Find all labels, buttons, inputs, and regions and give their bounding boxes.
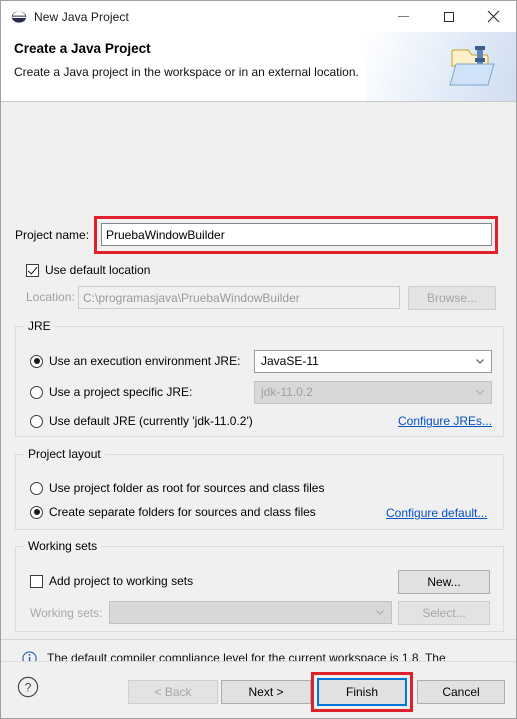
working-sets-label: Working sets: [30,606,103,620]
project-layout-group-title: Project layout [24,447,105,461]
page-title: Create a Java Project [14,41,151,56]
maximize-button[interactable] [426,1,471,32]
use-default-location-label: Use default location [45,263,151,277]
jre-default-radio[interactable] [30,414,43,428]
chevron-down-icon [476,359,484,364]
working-sets-group-title: Working sets [24,539,102,553]
add-to-working-sets-row[interactable]: Add project to working sets [30,574,193,588]
minimize-icon [398,16,409,17]
jre-option-project-specific[interactable]: Use a project specific JRE: [30,385,192,399]
help-question-icon[interactable]: ? [17,676,39,698]
next-button[interactable]: Next > [221,680,311,704]
project-name-input[interactable] [101,223,492,246]
jre-execution-environment-label: Use an execution environment JRE: [49,354,241,368]
jre-option-execution-environment[interactable]: Use an execution environment JRE: [30,354,240,368]
chevron-down-icon [476,390,484,395]
cancel-button[interactable]: Cancel [417,680,505,704]
jre-option-default[interactable]: Use default JRE (currently 'jdk-11.0.2') [30,414,253,428]
finish-button-label: Finish [345,685,378,699]
maximize-icon [443,11,454,22]
cancel-button-label: Cancel [442,685,480,699]
execution-environment-combo[interactable]: JavaSE-11 [254,350,492,373]
minimize-button[interactable] [381,1,426,32]
use-default-location-checkbox[interactable] [26,263,39,277]
use-default-location-row[interactable]: Use default location [26,263,150,277]
close-button[interactable] [471,1,516,32]
jre-execution-environment-radio[interactable] [30,354,43,368]
svg-text:?: ? [25,681,32,695]
new-working-set-button[interactable]: New... [398,570,490,594]
chevron-down-icon [376,610,384,615]
info-separator [1,639,516,640]
project-specific-jre-combo[interactable]: jdk-11.0.2 [254,381,492,404]
layout-option-project-folder-root[interactable]: Use project folder as root for sources a… [30,481,324,495]
select-working-set-button-label: Select... [422,606,466,620]
new-java-project-dialog: New Java Project Create a Java Project C… [0,0,517,719]
layout-option-separate-folders[interactable]: Create separate folders for sources and … [30,505,316,519]
location-row: Location: [26,290,75,304]
page-subtitle: Create a Java project in the workspace o… [14,65,359,79]
java-project-folder-icon [449,46,495,86]
jre-default-label: Use default JRE (currently 'jdk-11.0.2') [49,414,253,428]
back-button-label: < Back [154,685,192,699]
window-controls [381,1,516,32]
jre-project-specific-label: Use a project specific JRE: [49,385,193,399]
layout-project-folder-radio[interactable] [30,481,43,495]
location-input[interactable] [78,286,400,309]
close-icon [487,10,500,23]
browse-button[interactable]: Browse... [408,286,496,310]
new-working-set-button-label: New... [427,575,461,589]
layout-project-folder-label: Use project folder as root for sources a… [49,481,325,495]
jre-project-specific-radio[interactable] [30,385,43,399]
configure-default-link[interactable]: Configure default... [386,506,487,520]
wizard-header: Create a Java Project Create a Java proj… [1,32,516,102]
dialog-body: Project name: Use default location Locat… [1,102,516,718]
location-label: Location: [26,290,75,304]
project-name-label: Project name: [15,228,90,242]
project-specific-jre-combo-value: jdk-11.0.2 [261,385,313,399]
eclipse-icon [11,10,27,23]
execution-environment-combo-value: JavaSE-11 [261,354,319,368]
layout-separate-folders-radio[interactable] [30,505,43,519]
title-bar: New Java Project [1,1,516,32]
jre-group-title: JRE [24,319,55,333]
browse-button-label: Browse... [426,291,477,305]
select-working-set-button[interactable]: Select... [398,601,490,625]
dialog-footer: ? < Back Next > Finish Cancel [1,661,516,718]
layout-separate-folders-label: Create separate folders for sources and … [49,505,316,519]
working-sets-combo[interactable] [109,601,392,624]
working-sets-row: Working sets: [30,606,102,620]
add-to-working-sets-checkbox[interactable] [30,574,43,588]
next-button-label: Next > [248,685,284,699]
configure-jres-link[interactable]: Configure JREs... [398,414,492,428]
add-to-working-sets-label: Add project to working sets [49,574,194,588]
finish-button[interactable]: Finish [317,678,407,706]
back-button[interactable]: < Back [128,680,218,704]
window-title: New Java Project [34,9,129,24]
